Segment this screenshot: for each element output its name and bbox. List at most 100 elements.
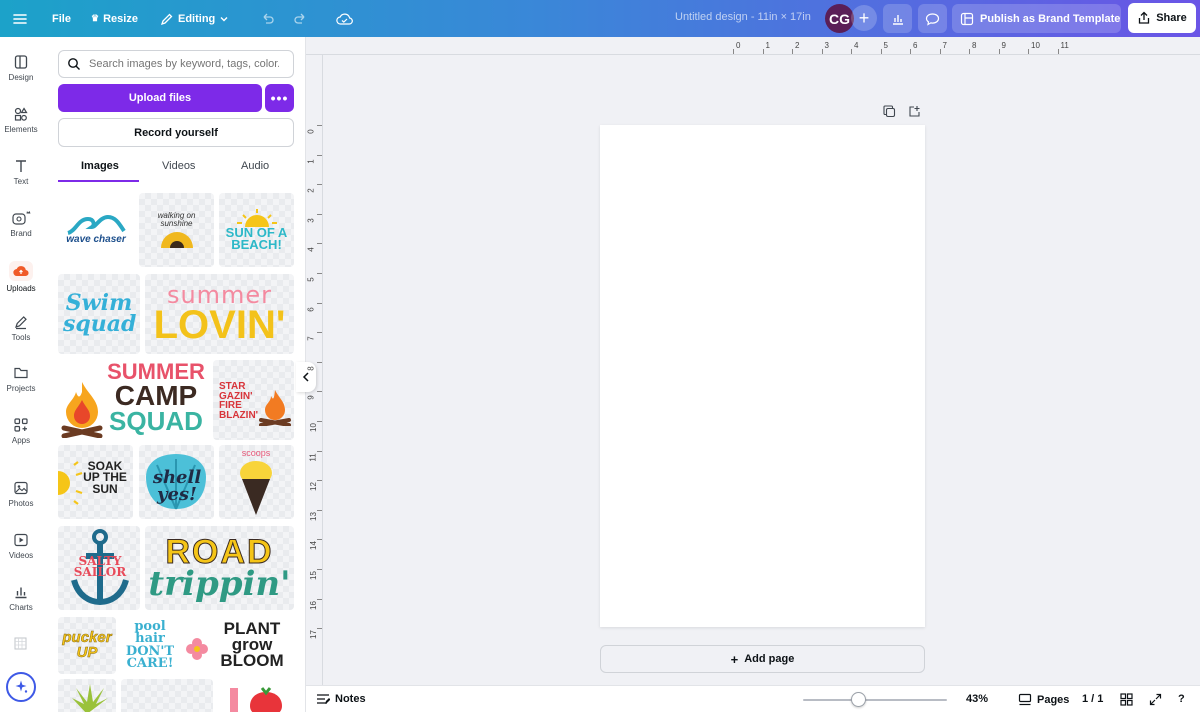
fullscreen-button[interactable] — [1149, 693, 1162, 706]
zoom-slider-track[interactable] — [803, 699, 947, 701]
upload-files-button[interactable]: Upload files — [58, 84, 262, 112]
invite-button[interactable]: + — [851, 5, 877, 31]
grid-view-button[interactable] — [1120, 693, 1133, 706]
rail-item-projects[interactable]: Projects — [0, 365, 42, 393]
notes-icon — [317, 694, 330, 704]
editing-mode-dropdown[interactable]: Editing — [160, 0, 229, 37]
ruler-top-tick — [762, 49, 764, 54]
upload-image-walking-on-sunshine[interactable]: walking on sunshine — [139, 193, 214, 267]
tab-audio[interactable]: Audio — [241, 160, 269, 172]
search-input[interactable] — [89, 58, 279, 70]
rail-item-videos[interactable]: Videos — [0, 532, 42, 560]
zoom-level[interactable]: 43% — [966, 693, 988, 705]
rail-item-design[interactable]: Design — [0, 54, 42, 82]
top-bar: File ♛ Resize Editing Untitled design - … — [0, 0, 1200, 37]
ruler-left-label: 11 — [308, 452, 318, 462]
ruler-left-label: 5 — [306, 277, 316, 282]
plus-icon: + — [730, 651, 739, 667]
upload-image-star-gazin[interactable]: STAR GAZIN' FIRE BLAZIN' — [213, 360, 294, 440]
undo-button[interactable] — [260, 0, 274, 37]
tab-videos[interactable]: Videos — [162, 160, 195, 172]
design-icon — [14, 55, 28, 69]
resize-button[interactable]: ♛ Resize — [91, 0, 138, 37]
camp-text-group: SUMMER CAMP SQUAD — [104, 361, 208, 435]
upload-image-sun-of-a-beach[interactable]: SUN OF A BEACH! — [219, 193, 294, 267]
salty-sailor-text: SALTY SAILOR — [73, 554, 127, 580]
menu-button[interactable] — [12, 0, 28, 37]
add-page-button[interactable]: + Add page — [600, 645, 925, 673]
cloud-save-status[interactable] — [336, 0, 353, 37]
lovin-text: LOVIN' — [153, 303, 286, 348]
file-menu[interactable]: File — [52, 0, 71, 37]
upload-image-soak-up-the-sun[interactable]: SOAK UP THE SUN — [58, 445, 133, 519]
search-bar[interactable] — [58, 50, 294, 78]
rail-item-brand[interactable]: Brand — [0, 210, 42, 238]
upload-image-partial-2[interactable] — [121, 679, 213, 712]
upload-image-wave-chaser[interactable]: wave chaser — [58, 193, 134, 267]
zoom-slider-handle[interactable] — [851, 692, 866, 707]
design-canvas-page[interactable] — [600, 125, 925, 627]
help-button[interactable]: ? — [1178, 693, 1185, 705]
chart-icon — [15, 587, 27, 599]
publish-brand-template-button[interactable]: Publish as Brand Template — [952, 4, 1121, 33]
ruler-top-tick — [821, 49, 823, 54]
upload-image-scoops[interactable]: scoops — [219, 445, 294, 519]
share-button[interactable]: Share — [1128, 3, 1196, 33]
design-title[interactable]: Untitled design - 11in × 17in — [675, 11, 811, 23]
avatar[interactable]: CG — [825, 4, 854, 33]
upload-image-pineapple[interactable] — [58, 679, 116, 712]
ruler-top-label: 6 — [913, 41, 918, 50]
soak-text: SOAK UP THE SUN — [83, 459, 127, 496]
ruler-top-tick — [851, 49, 852, 54]
rail-item-photos[interactable]: Photos — [0, 480, 42, 508]
ice-cream-cone-graphic — [240, 461, 272, 515]
upload-image-road-trippin[interactable]: ROAD trippin' — [145, 526, 294, 610]
rail-item-charts[interactable]: Charts — [0, 584, 42, 612]
rail-item-uploads[interactable]: Uploads — [0, 261, 42, 293]
upload-image-pucker-up[interactable]: pucker UP — [58, 617, 116, 674]
add-page-shortcut-button[interactable] — [908, 105, 921, 118]
magic-assistant-button[interactable] — [6, 672, 36, 702]
insights-button[interactable] — [883, 4, 912, 33]
notes-button[interactable]: Notes — [316, 693, 366, 705]
pages-button[interactable]: Pages — [1018, 693, 1069, 706]
redo-button[interactable] — [294, 0, 308, 37]
upload-image-pool-hair[interactable]: pool hair DON'T CARE! — [121, 617, 179, 674]
placeholder-app-icon[interactable] — [14, 637, 27, 650]
page-count: 1 / 1 — [1082, 693, 1104, 705]
more-options-button[interactable]: ••• — [265, 84, 294, 112]
ruler-left-tick — [317, 184, 322, 186]
rail-item-elements[interactable]: Elements — [0, 106, 42, 134]
plus-icon: + — [858, 7, 870, 28]
rail-item-apps[interactable]: Apps — [0, 417, 42, 445]
comments-button[interactable] — [918, 4, 947, 33]
help-icon: ? — [1178, 693, 1185, 705]
duplicate-page-button[interactable] — [883, 105, 896, 118]
grid-pattern-icon — [14, 637, 27, 650]
upload-image-swim-squad[interactable]: Swim squad — [58, 274, 140, 354]
record-yourself-button[interactable]: Record yourself — [58, 118, 294, 147]
rail-item-tools[interactable]: Tools — [0, 314, 42, 342]
ruler-top-label: 7 — [942, 41, 947, 50]
rail-item-text[interactable]: Text — [0, 158, 42, 186]
ruler-left-tick — [317, 480, 322, 482]
upload-image-strawberry[interactable] — [219, 679, 294, 712]
upload-image-plant-grow-bloom[interactable]: PLANT grow BLOOM — [184, 617, 294, 674]
upload-image-salty-sailor[interactable]: SALTY SAILOR — [58, 526, 140, 610]
campfire-graphic — [61, 382, 103, 438]
ruler-left-label: 6 — [306, 306, 316, 312]
upload-image-summer-camp-squad[interactable]: SUMMER CAMP SQUAD — [58, 360, 208, 440]
crown-icon: ♛ — [91, 13, 100, 23]
ruler-top-tick — [792, 49, 793, 54]
star-gazin-text: STAR GAZIN' FIRE BLAZIN' — [219, 381, 259, 421]
upload-image-shell-yes[interactable]: shell yes! — [139, 445, 214, 519]
upload-image-summer-lovin[interactable]: summer LOVIN' — [145, 274, 294, 354]
side-rail: Design Elements Text Brand Uploads Tools… — [0, 37, 42, 712]
ruler-top-tick — [1028, 49, 1029, 54]
shell-yes-text: shell yes! — [152, 467, 202, 506]
ruler-left-label: 14 — [308, 541, 318, 551]
tab-images[interactable]: Images — [81, 160, 119, 172]
small-campfire-graphic — [259, 390, 291, 426]
search-icon — [68, 58, 80, 70]
ruler-left-tick — [317, 332, 322, 334]
